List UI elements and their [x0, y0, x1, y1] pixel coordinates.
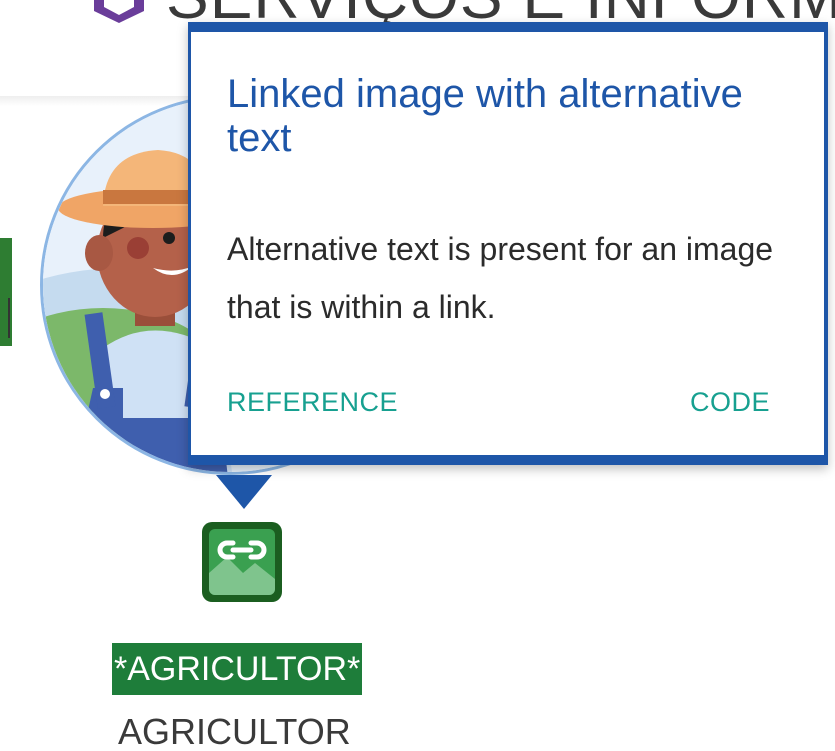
alt-text-highlight: *AGRICULTOR*: [112, 643, 363, 695]
linked-image-icon: [209, 529, 275, 595]
popup-title: Linked image with alternative text: [227, 72, 743, 160]
left-edge-highlight: [0, 238, 12, 346]
card-caption: AGRICULTOR: [118, 711, 351, 751]
popup-pointer: [216, 475, 272, 509]
info-popup: Linked image with alternative text Alter…: [188, 22, 828, 465]
screen: SERVIÇOS E INFORMAÇÕES: [0, 0, 835, 751]
linked-image-alert-badge[interactable]: [202, 522, 282, 602]
code-link[interactable]: CODE: [690, 387, 770, 418]
left-edge-line: [8, 298, 10, 338]
reference-link[interactable]: REFERENCE: [227, 387, 398, 418]
cube-icon: [90, 0, 148, 25]
popup-description: Alternative text is present for an image…: [227, 231, 774, 325]
